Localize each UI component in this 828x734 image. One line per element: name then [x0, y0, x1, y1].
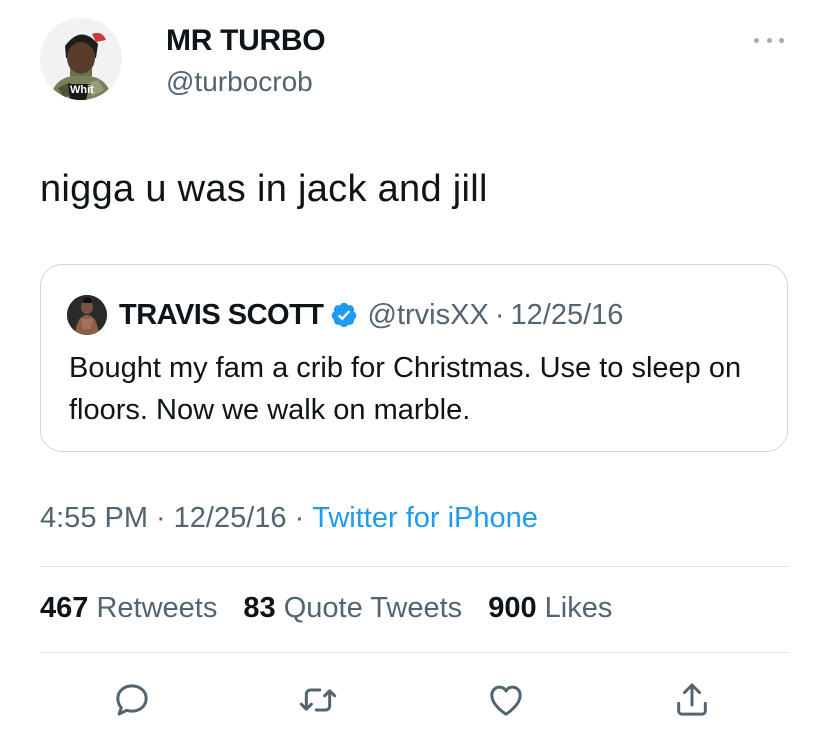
- author-avatar[interactable]: Whit: [40, 18, 122, 100]
- tweet-time[interactable]: 4:55 PM: [40, 502, 148, 534]
- tweet-stats: 467 Retweets 83 Quote Tweets 900 Likes: [40, 592, 630, 625]
- tweet-text: nigga u was in jack and jill: [40, 168, 488, 210]
- retweet-button[interactable]: [298, 680, 338, 720]
- like-button[interactable]: [486, 680, 526, 720]
- quoted-author-avatar[interactable]: [67, 295, 107, 335]
- quoted-author-handle[interactable]: @trvisXX: [368, 299, 489, 332]
- more-options-icon[interactable]: [754, 30, 784, 50]
- more-dot: [779, 37, 784, 43]
- divider: [40, 566, 788, 567]
- likes-count: 900: [488, 592, 537, 624]
- quoted-date[interactable]: 12/25/16: [511, 299, 624, 332]
- meta-separator: ·: [156, 502, 166, 534]
- quoted-tweet-text: Bought my fam a crib for Christmas. Use …: [69, 352, 742, 426]
- share-icon: [677, 683, 707, 716]
- quoted-tweet[interactable]: TRAVIS SCOTT @trvisXX · 12/25/16 Bought …: [40, 264, 788, 452]
- quote-tweets-stat[interactable]: 83 Quote Tweets: [243, 592, 462, 624]
- more-dot: [766, 37, 772, 43]
- reply-button[interactable]: [112, 680, 152, 720]
- likes-label: Likes: [544, 592, 613, 624]
- quoted-separator: ·: [494, 298, 505, 331]
- tweet-source-link[interactable]: Twitter for iPhone: [312, 502, 538, 534]
- more-dot: [754, 37, 759, 43]
- retweets-stat[interactable]: 467 Retweets: [40, 592, 217, 624]
- quoted-author-name[interactable]: TRAVIS SCOTT: [119, 299, 324, 332]
- likes-stat[interactable]: 900 Likes: [488, 592, 612, 624]
- quote-tweets-label: Quote Tweets: [283, 592, 463, 624]
- meta-separator: ·: [294, 502, 305, 534]
- verified-badge-icon: [331, 302, 356, 328]
- tweet-metadata: 4:55 PM · 12/25/16 · Twitter for iPhone: [40, 502, 538, 535]
- quoted-header: TRAVIS SCOTT @trvisXX · 12/25/16: [119, 295, 623, 335]
- avatar-shirt-text: Whit: [70, 84, 94, 96]
- retweet-icon: [299, 688, 337, 712]
- retweets-label: Retweets: [96, 592, 218, 624]
- share-button[interactable]: [672, 680, 712, 720]
- like-icon: [490, 685, 522, 716]
- quoted-avatar-image: [67, 295, 107, 335]
- divider: [40, 652, 788, 653]
- retweets-count: 467: [40, 592, 89, 624]
- quote-tweets-count: 83: [243, 592, 276, 624]
- author-name[interactable]: MR TURBO: [166, 24, 326, 58]
- reply-icon: [116, 684, 148, 716]
- tweet-date[interactable]: 12/25/16: [174, 502, 287, 534]
- author-handle[interactable]: @turbocrob: [166, 66, 313, 98]
